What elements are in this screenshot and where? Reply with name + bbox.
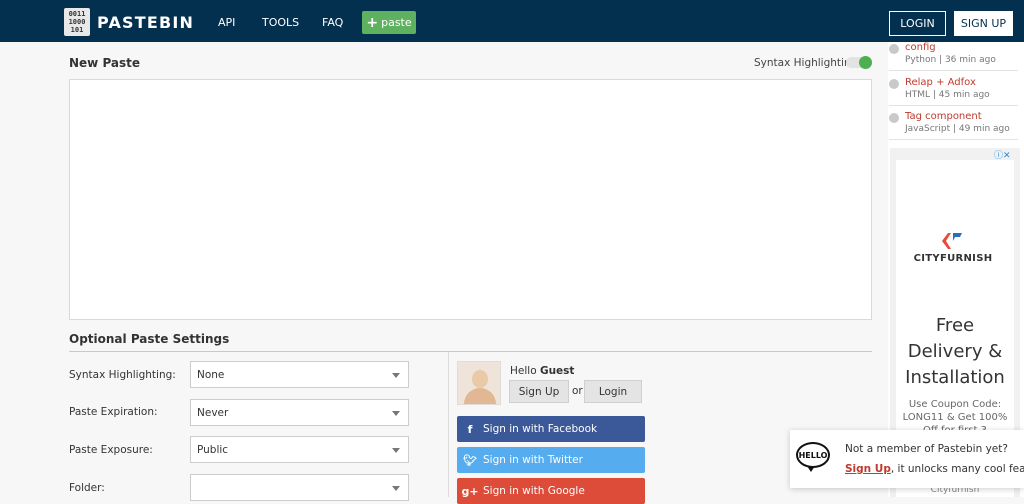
login-button[interactable]: LOGIN [889,11,946,36]
chevron-down-icon [392,486,400,491]
ad-brand: CITYFURNISH [913,253,993,264]
facebook-signin-button[interactable]: f Sign in with Facebook [457,416,645,442]
ad-info-close-icon[interactable]: ⓘ✕ [994,148,1011,161]
new-paste-title: New Paste [69,56,141,70]
google-signin-button[interactable]: g+ Sign in with Google [457,478,645,504]
syntax-highlighting-toggle[interactable] [846,56,872,69]
logo-mark-icon: 0011 1000 101 [64,8,90,36]
hello-bubble-icon: HELLO [796,442,830,468]
syntax-select-value: None [197,369,225,381]
nav-tools[interactable]: TOOLS [262,16,299,29]
twitter-signin-button[interactable]: 🐦︎ Sign in with Twitter [457,447,645,473]
chevron-down-icon [392,373,400,378]
expiration-select-value: Never [197,407,229,419]
globe-icon [889,44,899,54]
expiration-setting-label: Paste Expiration: [69,406,158,418]
popup-message: Not a member of Pastebin yet? [845,443,1008,455]
popup-cta: Sign Up, it unlocks many cool features! [845,463,1024,475]
pastebin-logo[interactable]: 0011 1000 101 PASTEBIN [64,8,194,36]
expiration-select[interactable]: Never [190,399,409,426]
exposure-setting-label: Paste Exposure: [69,444,153,456]
column-divider [448,352,449,497]
exposure-select-value: Public [197,444,229,456]
exposure-select[interactable]: Public [190,436,409,463]
new-paste-button[interactable]: + paste [362,11,416,34]
syntax-select[interactable]: None [190,361,409,388]
signup-button[interactable]: SIGN UP [954,11,1013,36]
folder-setting-label: Folder: [69,482,105,494]
optional-settings-title: Optional Paste Settings [69,332,230,346]
settings-divider [69,351,872,352]
nav-api[interactable]: API [218,16,235,29]
guest-name: Guest [539,365,575,377]
facebook-icon: f [467,422,473,436]
nav-faq[interactable]: FAQ [322,16,343,29]
chevron-down-icon [392,411,400,416]
hello-guest: Hello Guest [510,365,575,377]
new-paste-label: paste [381,16,412,29]
globe-icon [889,79,899,89]
account-login-button[interactable]: Login [584,380,642,403]
twitter-icon: 🐦︎ [463,453,477,467]
google-plus-icon: g+ [461,484,479,498]
toggle-knob [859,56,872,69]
syntax-setting-label: Syntax Highlighting: [69,369,176,381]
popup-signup-link[interactable]: Sign Up [845,463,891,475]
chevron-down-icon [392,448,400,453]
globe-icon [889,113,899,123]
syntax-highlighting-label: Syntax Highlighting [754,57,858,69]
brand-name: PASTEBIN [97,12,195,32]
ad-headline: Free Delivery & Installation [905,315,1005,388]
cityfurnish-logo-icon [942,233,962,249]
paste-textarea[interactable] [69,79,872,320]
plus-icon: + [366,14,379,31]
account-signup-button[interactable]: Sign Up [509,380,569,403]
guest-avatar [457,361,501,405]
or-text: or [572,385,583,397]
